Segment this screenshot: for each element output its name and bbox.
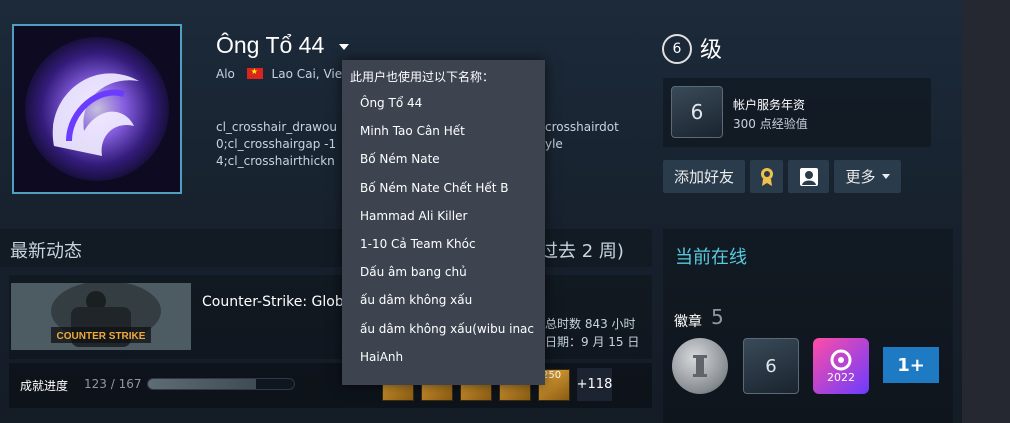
- real-name-location: Alo Lao Cai, Viet: [216, 67, 347, 81]
- level-label: 级: [700, 38, 723, 63]
- badge-pillar[interactable]: [672, 338, 728, 394]
- summary-line: crosshairdot: [545, 120, 619, 134]
- pillar-icon: [693, 355, 707, 377]
- previous-name-item: ấu dâm không xấu(wibu inac: [360, 321, 534, 336]
- vietnam-flag-icon: [246, 67, 263, 79]
- badge-2022-label: 2022: [827, 370, 855, 384]
- game-name-link[interactable]: Counter-Strike: Globa: [202, 294, 352, 310]
- badge-years-of-service[interactable]: 6: [743, 338, 799, 394]
- previous-name-item: Ông Tổ 44: [360, 96, 423, 110]
- recent-activity-title: 最新动态: [10, 241, 82, 262]
- level-badge[interactable]: 6: [662, 34, 692, 64]
- previous-name-item: Bố Ném Nate Chết Hết B: [360, 180, 509, 195]
- recent-activity-hours: 过去 2 周): [540, 241, 624, 262]
- profile-icon: [799, 167, 818, 186]
- years-badge-icon: 6: [671, 86, 723, 138]
- years-title: 帐户服务年资: [733, 98, 806, 112]
- award-button[interactable]: [750, 160, 783, 193]
- persona-name-toggle[interactable]: Ông Tổ 44: [216, 32, 349, 59]
- dropdown-title: 此用户也使用过以下名称：: [350, 70, 495, 84]
- previous-name-item: HaiAnh: [360, 349, 404, 364]
- game-capsule-image: COUNTER STRIKE: [11, 283, 191, 350]
- game-last-played: 日期：9 月 15 日: [545, 335, 640, 349]
- summary-line: yle: [545, 137, 563, 151]
- achievement-count: 123 / 167: [84, 377, 142, 391]
- more-label: 更多: [845, 168, 876, 186]
- steam-replay-icon: [830, 349, 852, 370]
- chevron-down-icon[interactable]: [338, 43, 349, 50]
- award-icon: [760, 167, 773, 186]
- game-capsule[interactable]: COUNTER STRIKE: [11, 283, 191, 350]
- location: Lao Cai, Viet: [271, 67, 347, 81]
- more-achievements-button[interactable]: +118: [577, 368, 612, 401]
- profile-button[interactable]: [788, 160, 829, 193]
- persona-name: Ông Tổ 44: [216, 32, 325, 58]
- game-total-hours: 总时数 843 小时: [545, 317, 636, 331]
- more-button[interactable]: 更多: [834, 160, 901, 193]
- online-status: 当前在线: [675, 247, 747, 268]
- game-capsule-text: COUNTER STRIKE: [57, 331, 146, 342]
- badge-2022[interactable]: 2022: [813, 338, 869, 394]
- badges-count[interactable]: 5: [711, 305, 724, 329]
- previous-name-item: Minh Tao Cân Hết: [360, 124, 465, 139]
- achievement-progress-fill: [148, 379, 256, 389]
- previous-name-item: Hammad Ali Killer: [360, 208, 468, 223]
- achievement-progress-bar: [147, 378, 295, 390]
- real-name: Alo: [216, 67, 235, 81]
- previous-name-item: ấu dâm không xấu: [360, 293, 473, 308]
- add-friend-button[interactable]: 添加好友: [663, 160, 745, 193]
- page-edge-strip: [962, 0, 1010, 423]
- previous-names-dropdown: 此用户也使用过以下名称： Ông Tổ 44 Minh Tao Cân Hết …: [342, 60, 545, 385]
- badge-plus-one[interactable]: 1+: [883, 347, 939, 383]
- achievement-label: 成就进度: [20, 379, 69, 393]
- years-of-service-box[interactable]: 6 帐户服务年资 300 点经验值: [663, 78, 931, 147]
- years-xp: 300 点经验值: [733, 117, 808, 131]
- chevron-down-icon: [881, 174, 890, 179]
- badges-link[interactable]: 徽章: [674, 311, 702, 331]
- profile-summary-continued: crosshairdot yle: [545, 119, 619, 153]
- previous-names-list: Ông Tổ 44 Minh Tao Cân Hết Bố Ném Nate B…: [360, 95, 534, 377]
- previous-name-item: Dấu âm bang chủ: [360, 265, 467, 280]
- previous-name-item: 1-10 Cả Team Khóc: [360, 236, 476, 251]
- previous-name-item: Bố Ném Nate: [360, 152, 440, 167]
- avatar-image: [14, 26, 180, 192]
- years-badge-value: 6: [690, 100, 704, 124]
- profile-avatar[interactable]: [12, 24, 182, 194]
